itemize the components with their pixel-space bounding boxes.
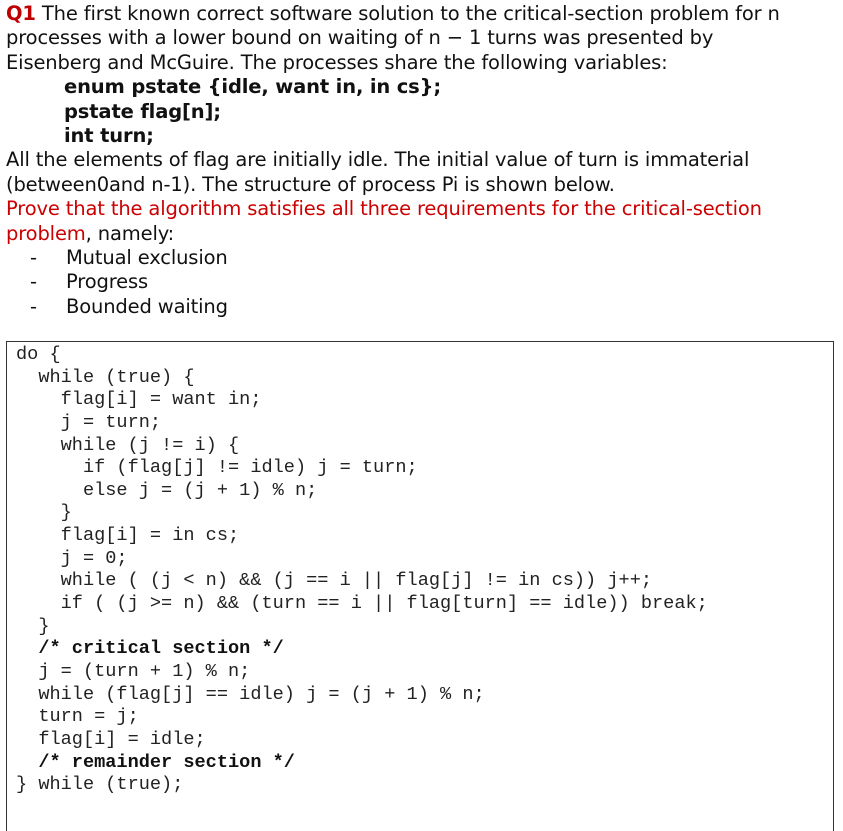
code-line: }	[16, 615, 50, 637]
requirement-label: Mutual exclusion	[66, 246, 228, 270]
task-line-1: Prove that the algorithm satisfies all t…	[6, 197, 762, 221]
bullet-dash: -	[30, 294, 37, 318]
intro-line-2: processes with a lower bound on waiting …	[6, 26, 714, 50]
requirement-label: Progress	[66, 270, 149, 294]
code-line: while (true) {	[16, 366, 195, 388]
declaration-enum: enum pstate {idle, want in, in cs};	[64, 75, 441, 99]
code-line: while (j != i) {	[16, 434, 240, 456]
requirement-item: - Mutual exclusion	[30, 246, 841, 270]
declaration-flag: pstate flag[n];	[64, 99, 221, 123]
code-line: do {	[16, 344, 61, 365]
task-line-2: problem, namely:	[6, 222, 841, 246]
declaration-turn: int turn;	[64, 124, 154, 148]
task-red-text: problem	[6, 221, 86, 245]
requirement-item: - Bounded waiting	[30, 295, 841, 319]
code-line: flag[i] = idle;	[16, 728, 206, 750]
code-block: do { while (true) { flag[i] = want in; j…	[16, 344, 708, 797]
code-line: while (flag[j] == idle) j = (j + 1) % n;	[16, 683, 485, 705]
requirement-item: - Progress	[30, 270, 841, 294]
code-line: flag[i] = want in;	[16, 389, 262, 411]
code-line: turn = j;	[16, 706, 139, 728]
code-comment-line: /* remainder section */	[16, 751, 295, 773]
description-line-2: (between0and n-1). The structure of proc…	[6, 172, 615, 196]
code-listing-box: do { while (true) { flag[i] = want in; j…	[6, 341, 834, 831]
code-line: j = (turn + 1) % n;	[16, 660, 251, 682]
code-line: } while (true);	[16, 774, 184, 796]
code-line: while ( (j < n) && (j == i || flag[j] !=…	[16, 570, 653, 592]
intro-line-3: Eisenberg and McGuire. The processes sha…	[6, 50, 668, 74]
bullet-dash: -	[30, 270, 37, 294]
question-label: Q1	[6, 2, 36, 25]
code-line: else j = (j + 1) % n;	[16, 479, 318, 501]
code-line: j = 0;	[16, 547, 128, 569]
task-suffix: , namely:	[85, 221, 175, 245]
code-line: }	[16, 502, 72, 524]
code-line: if (flag[j] != idle) j = turn;	[16, 457, 418, 479]
code-comment-line: /* critical section */	[16, 638, 284, 660]
requirements-list: - Mutual exclusion - Progress - Bounded wai…	[6, 246, 841, 319]
intro-line-1: Q1 The first known correct software solu…	[6, 2, 841, 26]
bullet-dash: -	[30, 246, 37, 270]
code-line: flag[i] = in cs;	[16, 525, 240, 547]
intro-text: The first known correct software solutio…	[35, 2, 780, 25]
code-line: if ( (j >= n) && (turn == i || flag[turn…	[16, 593, 708, 615]
question-text: Q1 The first known correct software solu…	[6, 2, 841, 319]
code-line: j = turn;	[16, 411, 162, 433]
requirement-label: Bounded waiting	[66, 294, 228, 318]
description-line-1: All the elements of flag are initially i…	[6, 148, 750, 172]
